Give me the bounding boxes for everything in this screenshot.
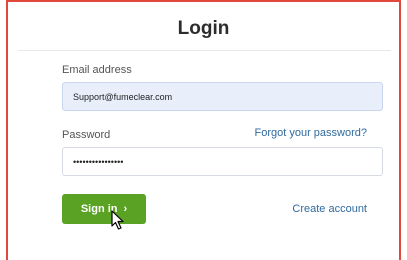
password-field[interactable]: [62, 147, 383, 176]
sign-in-button[interactable]: Sign in ›: [62, 194, 146, 224]
header-divider: [18, 50, 391, 51]
page-title: Login: [177, 18, 230, 39]
create-account-link[interactable]: Create account: [292, 203, 367, 215]
email-label: Email address: [62, 64, 132, 76]
mouse-pointer-icon: [111, 210, 124, 230]
login-panel: Login Email address Password Forgot your…: [6, 0, 401, 260]
password-label: Password: [62, 129, 111, 141]
forgot-password-link[interactable]: Forgot your password?: [255, 127, 368, 139]
email-field[interactable]: [62, 82, 383, 111]
